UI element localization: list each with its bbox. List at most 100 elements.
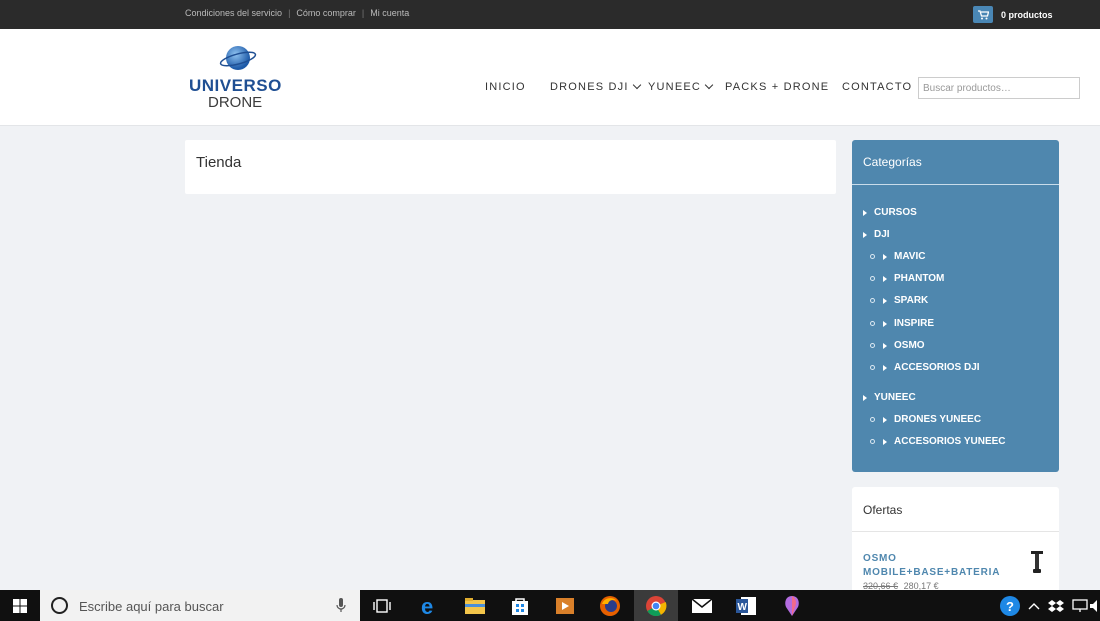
nav-contacto[interactable]: CONTACTO — [842, 81, 912, 93]
top-links: Condiciones del servicio | Cómo comprar | Mi… — [185, 8, 409, 18]
category-label: OSMO — [894, 340, 925, 351]
category-label: SPARK — [894, 295, 929, 306]
bullet-icon — [870, 321, 875, 326]
media-player-icon[interactable] — [553, 594, 577, 618]
cortana-icon — [51, 597, 68, 614]
category-label: PHANTOM — [894, 273, 945, 284]
separator: | — [361, 8, 365, 18]
caret-right-icon — [883, 320, 887, 327]
start-button[interactable] — [0, 590, 40, 621]
firefox-icon[interactable] — [598, 594, 622, 618]
terms-link[interactable]: Condiciones del servicio — [185, 8, 282, 18]
offer-product-link[interactable]: OSMO MOBILE+BASE+BATERIA — [863, 552, 1003, 580]
svg-text:?: ? — [1006, 599, 1014, 614]
category-mavic[interactable]: MAVIC — [870, 251, 925, 262]
page-title: Tienda — [196, 154, 242, 171]
category-cursos[interactable]: CURSOS — [863, 207, 917, 218]
category-label: INSPIRE — [894, 318, 935, 329]
cart-count: 0 productos — [1001, 9, 1053, 20]
nav-label: YUNEEC — [648, 81, 702, 93]
taskbar-search[interactable]: Escribe aquí para buscar — [40, 590, 360, 621]
cart-icon — [973, 6, 993, 23]
category-osmo[interactable]: OSMO — [870, 340, 925, 351]
chevron-up-icon[interactable] — [1026, 594, 1042, 618]
caret-right-icon — [883, 297, 887, 304]
taskbar-search-text: Escribe aquí para buscar — [79, 599, 224, 614]
category-drones-yuneec[interactable]: DRONES YUNEEC — [870, 414, 981, 425]
nav-inicio[interactable]: INICIO — [485, 81, 526, 93]
caret-right-icon — [883, 364, 887, 371]
caret-right-icon — [883, 342, 887, 349]
bullet-icon — [870, 276, 875, 281]
category-label: ACCESORIOS YUNEEC — [894, 436, 1006, 447]
taskbar: Escribe aquí para buscar e W ? — [0, 590, 1100, 621]
category-label: YUNEEC — [874, 392, 916, 403]
caret-right-icon — [863, 394, 867, 401]
word-icon[interactable]: W — [734, 594, 758, 618]
nav-label: DRONES DJI — [550, 81, 629, 93]
category-inspire[interactable]: INSPIRE — [870, 318, 934, 329]
site-header: UNIVERSO DRONE INICIO DRONES DJI YUNEEC … — [0, 29, 1100, 126]
product-thumbnail[interactable] — [1030, 549, 1044, 575]
network-icon[interactable] — [1070, 594, 1090, 618]
bullet-icon — [870, 298, 875, 303]
nav-drones-dji[interactable]: DRONES DJI — [550, 80, 641, 93]
how-to-buy-link[interactable]: Cómo comprar — [296, 8, 356, 18]
offers-title: Ofertas — [863, 503, 903, 517]
caret-right-icon — [863, 231, 867, 238]
windows-logo-icon — [13, 598, 27, 613]
divider — [852, 184, 1059, 185]
volume-icon[interactable] — [1090, 594, 1100, 618]
globe-logo-icon — [219, 46, 257, 70]
chevron-down-icon — [632, 80, 641, 90]
mail-icon[interactable] — [690, 594, 714, 618]
category-label: ACCESORIOS DJI — [894, 362, 980, 373]
bullet-icon — [870, 439, 875, 444]
logo-text-drone: DRONE — [208, 94, 263, 111]
category-yuneec[interactable]: YUNEEC — [863, 392, 916, 403]
store-icon[interactable] — [508, 594, 532, 618]
caret-right-icon — [883, 416, 887, 423]
bullet-icon — [870, 343, 875, 348]
chevron-down-icon — [704, 80, 714, 90]
help-icon[interactable]: ? — [998, 594, 1022, 618]
bullet-icon — [870, 254, 875, 259]
caret-right-icon — [883, 438, 887, 445]
edge-icon[interactable]: e — [418, 594, 442, 618]
task-view-icon[interactable] — [370, 594, 394, 618]
category-label: DRONES YUNEEC — [894, 414, 982, 425]
categories-widget: Categorías CURSOS DJI MAVIC PHANTOM SPAR… — [852, 140, 1059, 472]
dropbox-icon[interactable] — [1046, 594, 1066, 618]
category-spark[interactable]: SPARK — [870, 295, 928, 306]
chrome-icon[interactable] — [644, 594, 668, 618]
top-bar: Condiciones del servicio | Cómo comprar | Mi… — [0, 0, 1100, 29]
category-label: CURSOS — [874, 207, 917, 218]
microphone-icon[interactable] — [336, 598, 346, 613]
bullet-icon — [870, 417, 875, 422]
my-account-link[interactable]: Mi cuenta — [370, 8, 409, 18]
site-logo[interactable]: UNIVERSO DRONE — [189, 43, 289, 115]
svg-text:e: e — [421, 595, 433, 617]
caret-right-icon — [883, 253, 887, 260]
category-accesorios-yuneec[interactable]: ACCESORIOS YUNEEC — [870, 436, 1006, 447]
divider — [852, 531, 1059, 532]
offers-widget: Ofertas OSMO MOBILE+BASE+BATERIA 320,66 … — [852, 487, 1059, 607]
caret-right-icon — [863, 209, 867, 216]
search-input[interactable]: Buscar productos… — [918, 77, 1080, 99]
category-phantom[interactable]: PHANTOM — [870, 273, 944, 284]
caret-right-icon — [883, 275, 887, 282]
categories-title: Categorías — [863, 155, 922, 169]
separator: | — [288, 8, 291, 18]
svg-text:W: W — [738, 602, 748, 613]
shop-header-box: Tienda — [185, 140, 836, 194]
category-label: DJI — [874, 229, 890, 240]
nav-yuneec[interactable]: YUNEEC — [648, 80, 714, 93]
logo-text-universo: UNIVERSO — [189, 76, 282, 95]
nav-packs-drone[interactable]: PACKS + DRONE — [725, 81, 829, 93]
file-explorer-icon[interactable] — [463, 594, 487, 618]
category-accesorios-dji[interactable]: ACCESORIOS DJI — [870, 362, 980, 373]
cart-button[interactable]: 0 productos — [973, 6, 1053, 23]
bullet-icon — [870, 365, 875, 370]
paint3d-icon[interactable] — [780, 594, 804, 618]
category-dji[interactable]: DJI — [863, 229, 890, 240]
